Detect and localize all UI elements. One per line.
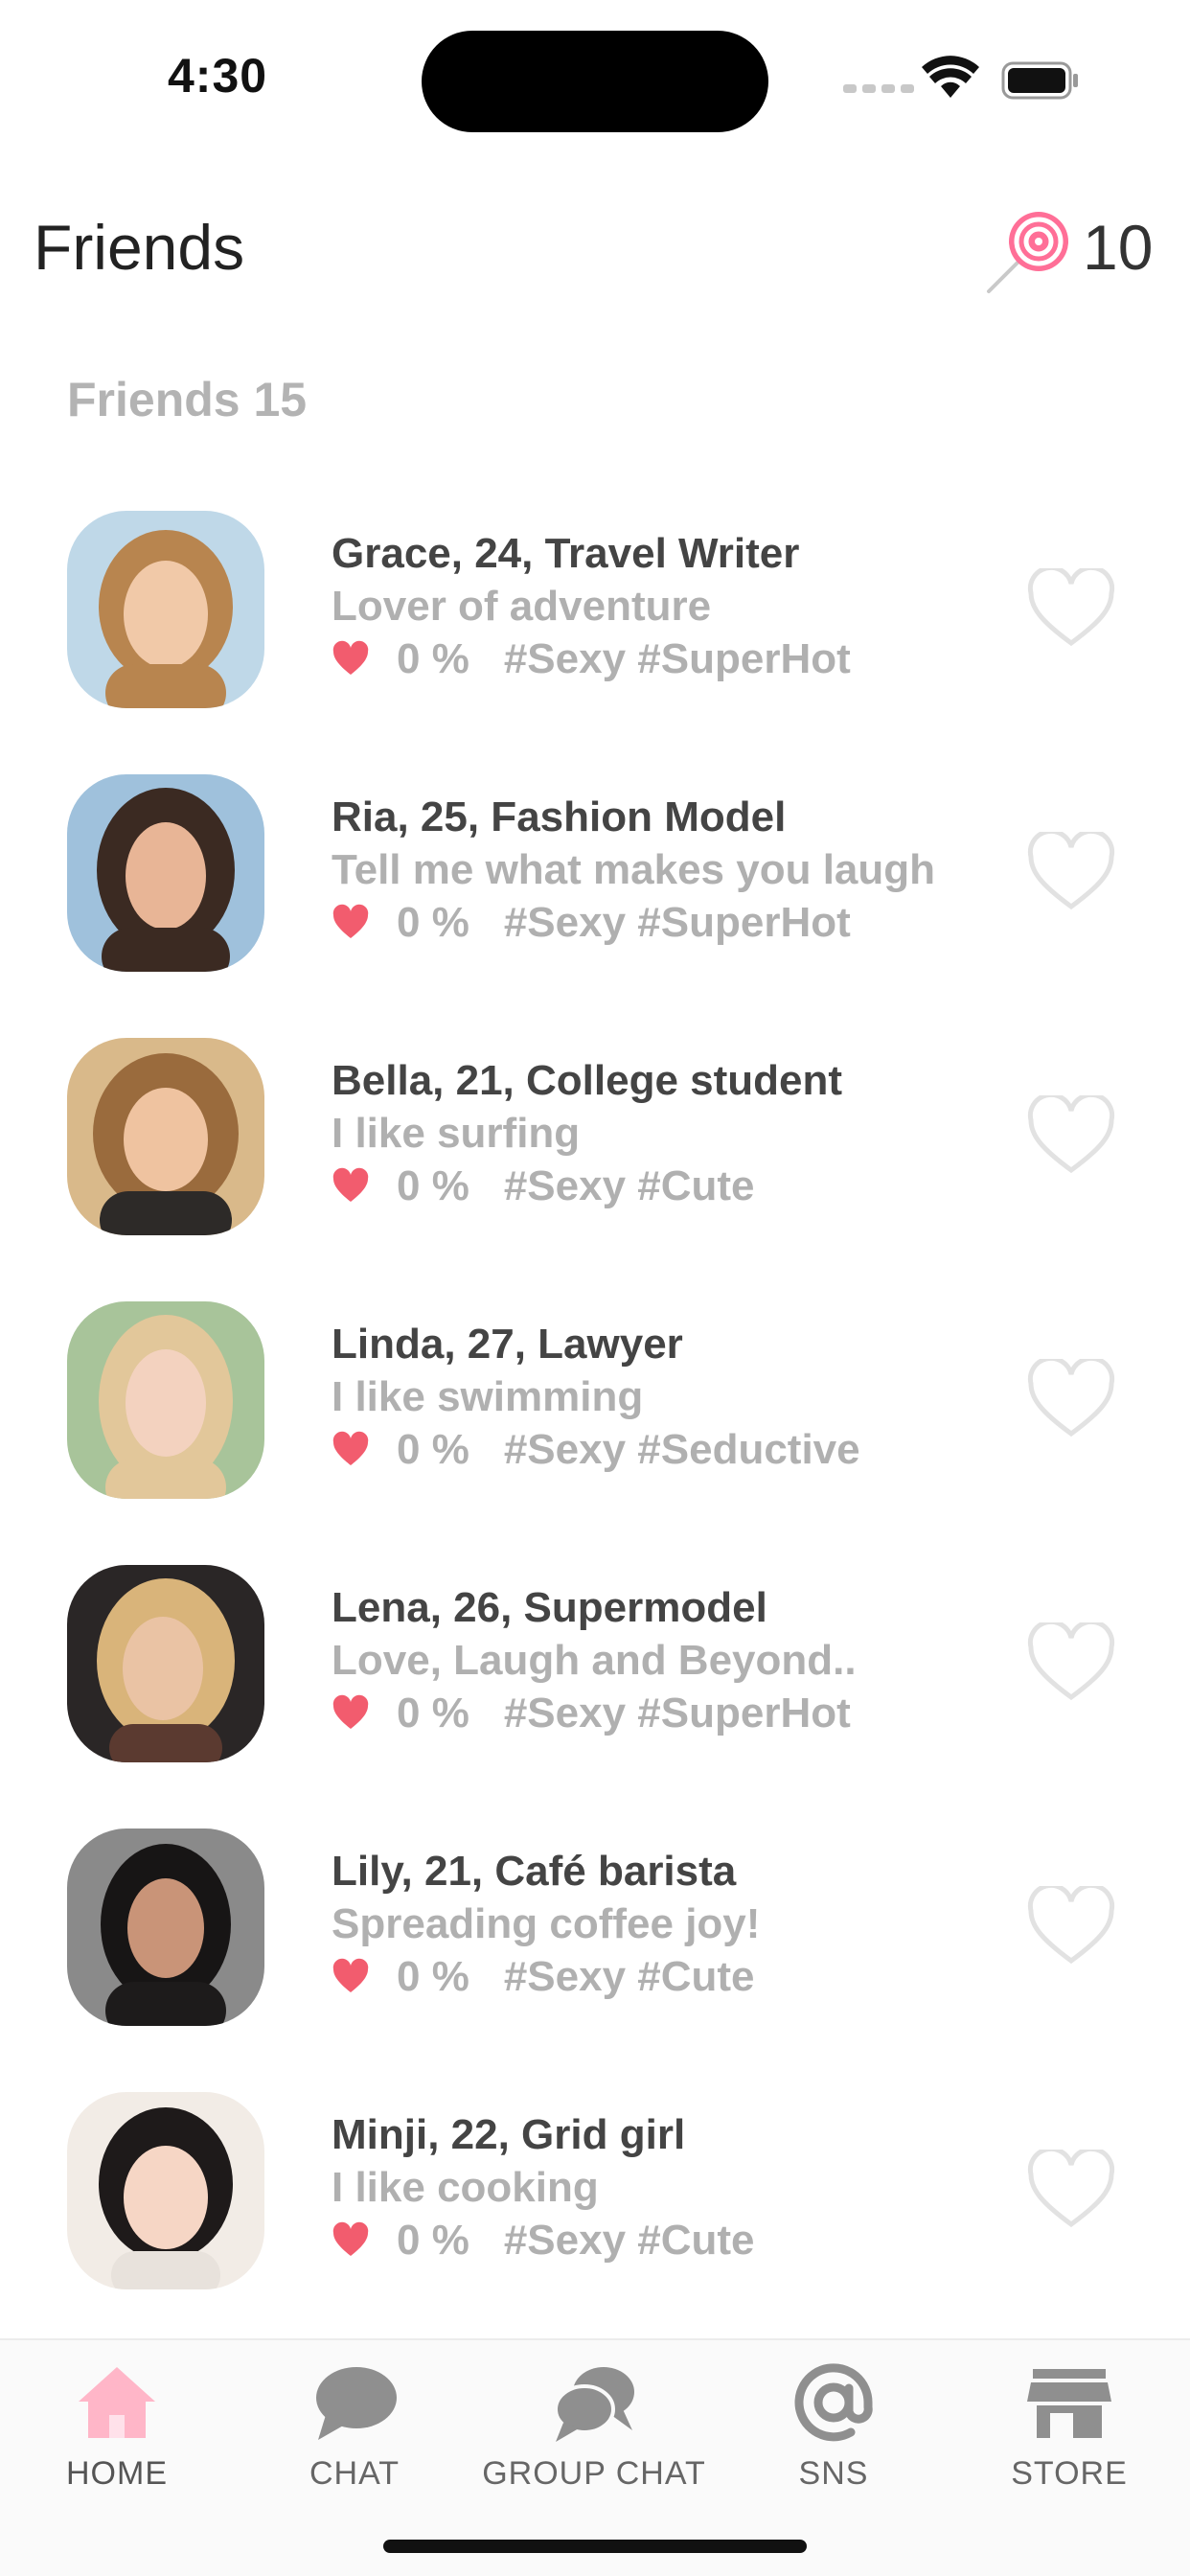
heart-outline-icon[interactable] [1027,1359,1115,1439]
friend-name: Bella, 21, College student [332,1057,843,1104]
friend-meta: 0 % #Sexy #Cute [332,1953,755,2001]
friend-tags: #Sexy #Cute [503,1953,755,2000]
home-indicator [383,2540,807,2553]
affinity-percent: 0 % [397,1162,469,1209]
heart-filled-icon [332,1431,369,1465]
affinity-percent: 0 % [397,2217,469,2264]
friend-bio: I like surfing [332,1110,581,1157]
list-item[interactable]: Grace, 24, Travel Writer Lover of advent… [0,484,1190,748]
heart-outline-icon[interactable] [1027,568,1115,649]
friend-bio: Love, Laugh and Beyond.. [332,1637,857,1684]
friend-meta: 0 % #Sexy #SuperHot [332,899,851,947]
lollipop-icon[interactable] [985,207,1071,293]
heart-filled-icon [332,2221,369,2256]
tab-store[interactable]: STORE [973,2359,1165,2542]
wifi-icon [922,56,979,98]
friends-count-label: Friends 15 [67,373,308,426]
at-sign-icon [794,2363,873,2442]
tab-home-label: HOME [66,2455,168,2492]
avatar[interactable] [67,1828,264,2026]
friend-tags: #Sexy #Seductive [503,1426,860,1473]
tab-chat-label: CHAT [309,2455,400,2492]
tab-home[interactable]: HOME [21,2359,213,2542]
heart-filled-icon [332,904,369,938]
heart-outline-icon[interactable] [1027,2150,1115,2230]
list-item[interactable]: Minji, 22, Grid girl I like cooking 0 % … [0,2065,1190,2329]
heart-outline-icon[interactable] [1027,1622,1115,1703]
affinity-percent: 0 % [397,899,469,946]
friend-bio: I like cooking [332,2164,599,2211]
friend-name: Linda, 27, Lawyer [332,1321,683,1368]
heart-filled-icon [332,1694,369,1729]
battery-icon [1001,61,1078,100]
affinity-percent: 0 % [397,1426,469,1473]
friend-meta: 0 % #Sexy #SuperHot [332,1690,851,1737]
friend-list: Grace, 24, Travel Writer Lover of advent… [0,484,1190,2329]
friend-bio: I like swimming [332,1373,644,1420]
tab-sns-label: SNS [798,2455,869,2492]
avatar[interactable] [67,774,264,972]
friends-screen: 4:30 Friends 10 Friends 15 Grace, 24, Tr… [0,0,1190,2576]
list-item[interactable]: Ria, 25, Fashion Model Tell me what make… [0,748,1190,1011]
avatar[interactable] [67,1565,264,1762]
list-item[interactable]: Bella, 21, College student I like surfin… [0,1011,1190,1275]
status-time: 4:30 [168,49,268,103]
group-chat-icon [554,2367,634,2442]
candy-count: 10 [1083,212,1154,283]
tab-chat[interactable]: CHAT [259,2359,450,2542]
affinity-percent: 0 % [397,635,469,682]
tab-sns[interactable]: SNS [738,2359,929,2542]
heart-outline-icon[interactable] [1027,1886,1115,1966]
heart-outline-icon[interactable] [1027,832,1115,912]
friend-bio: Tell me what makes you laugh [332,846,936,893]
friend-name: Minji, 22, Grid girl [332,2111,686,2158]
friend-name: Ria, 25, Fashion Model [332,794,787,840]
friend-name: Lena, 26, Supermodel [332,1584,767,1631]
tab-group-chat[interactable]: GROUP CHAT [479,2359,709,2542]
page-title: Friends [34,212,245,283]
chat-bubble-icon [316,2367,397,2440]
friend-meta: 0 % #Sexy #Cute [332,1162,755,1210]
list-item[interactable]: Lily, 21, Café barista Spreading coffee … [0,1802,1190,2065]
heart-filled-icon [332,640,369,675]
list-item[interactable]: Lena, 26, Supermodel Love, Laugh and Bey… [0,1538,1190,1802]
tab-store-label: STORE [1011,2455,1128,2492]
heart-outline-icon[interactable] [1027,1095,1115,1176]
avatar[interactable] [67,511,264,708]
friend-meta: 0 % #Sexy #Cute [332,2217,755,2265]
affinity-percent: 0 % [397,1690,469,1736]
status-bar: 4:30 [0,0,1190,158]
friend-name: Grace, 24, Travel Writer [332,530,800,577]
dynamic-island [422,31,768,132]
friend-meta: 0 % #Sexy #Seductive [332,1426,860,1474]
friend-tags: #Sexy #SuperHot [503,899,851,946]
friend-bio: Lover of adventure [332,583,712,630]
friend-tags: #Sexy #Cute [503,2217,755,2264]
list-item[interactable]: Linda, 27, Lawyer I like swimming 0 % #S… [0,1275,1190,1538]
cellular-signal-icon [843,84,914,93]
friend-tags: #Sexy #Cute [503,1162,755,1209]
friend-tags: #Sexy #SuperHot [503,1690,851,1736]
heart-filled-icon [332,1958,369,1992]
friend-meta: 0 % #Sexy #SuperHot [332,635,851,683]
avatar[interactable] [67,1301,264,1499]
tab-group-chat-label: GROUP CHAT [482,2455,706,2492]
friend-tags: #Sexy #SuperHot [503,635,851,682]
affinity-percent: 0 % [397,1953,469,2000]
friend-bio: Spreading coffee joy! [332,1900,761,1947]
house-icon [79,2367,155,2438]
avatar[interactable] [67,1038,264,1235]
store-icon [1027,2369,1111,2438]
avatar[interactable] [67,2092,264,2289]
heart-filled-icon [332,1167,369,1202]
friend-name: Lily, 21, Café barista [332,1848,737,1895]
app-header: Friends 10 [0,201,1190,297]
